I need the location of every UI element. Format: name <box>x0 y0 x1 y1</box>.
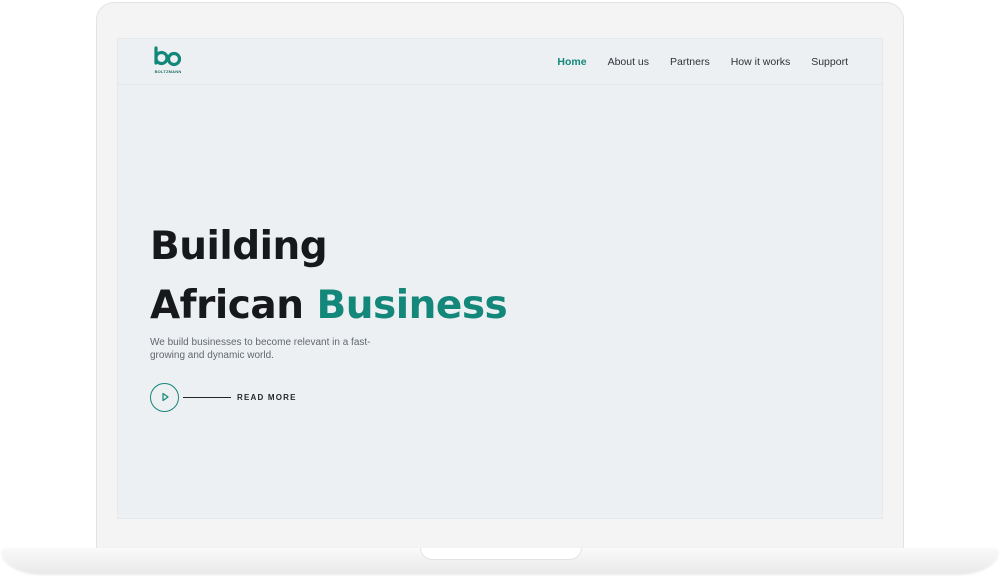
hero-title-accent: Business <box>316 283 508 328</box>
nav-item-home[interactable]: Home <box>557 56 586 68</box>
hero-title: Building African Business <box>150 217 508 335</box>
brand-logo[interactable]: BOLTZMANN <box>152 46 184 78</box>
hero-subtitle: We build businesses to become relevant i… <box>150 337 371 361</box>
main-nav: Home About us Partners How it works Supp… <box>557 56 848 68</box>
navbar: BOLTZMANN Home About us Partners How it … <box>118 39 882 85</box>
read-more-divider <box>183 396 231 398</box>
brand-logo-text: BOLTZMANN <box>154 69 182 74</box>
read-more-label: READ MORE <box>237 392 297 402</box>
nav-item-partners[interactable]: Partners <box>670 56 710 68</box>
nav-item-how-it-works[interactable]: How it works <box>731 56 791 68</box>
hero-title-line1: Building <box>150 224 328 269</box>
laptop-notch <box>420 548 582 560</box>
hero-title-line2: African <box>150 283 304 328</box>
laptop-screen: BOLTZMANN Home About us Partners How it … <box>117 38 883 519</box>
read-more-button[interactable]: READ MORE <box>150 382 297 412</box>
nav-item-about-us[interactable]: About us <box>608 56 649 68</box>
bo-logo-icon <box>154 46 182 67</box>
nav-item-support[interactable]: Support <box>811 56 848 68</box>
play-icon[interactable] <box>150 382 179 412</box>
